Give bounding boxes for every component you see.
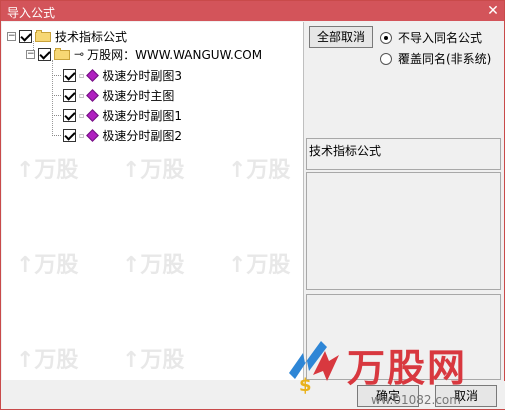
folder-icon — [54, 48, 70, 60]
import-formula-dialog: 导入公式 ✕ ↑万股 ↑万股 ↑万股 ↑万股 ↑万股 ↑万股 ↑万股 ↑万股 −… — [0, 0, 505, 410]
collapse-icon[interactable]: − — [26, 49, 35, 59]
tree-leaf-label: 极速分时主图 — [102, 88, 175, 103]
radio-button[interactable] — [380, 31, 392, 44]
category-box: 技术指标公式 — [306, 138, 501, 170]
title-bar: 导入公式 ✕ — [1, 1, 504, 21]
tree-node-label: 万股网：WWW.WANGUW.COM — [87, 47, 263, 62]
window-title: 导入公式 — [7, 6, 56, 20]
watermark-logo: ↑万股 — [122, 253, 185, 278]
radio-label: 不导入同名公式 — [398, 31, 483, 45]
tree-leaf-label: 极速分时副图1 — [102, 108, 183, 123]
description-box — [306, 172, 501, 290]
category-label: 技术指标公式 — [309, 144, 382, 158]
watermark-logo: ↑万股 — [228, 158, 291, 183]
tree-leaf-item[interactable]: ▫ 极速分时副图2 — [52, 126, 182, 144]
watermark-logo: ↑万股 — [228, 253, 291, 278]
folder-icon — [35, 30, 51, 42]
tree-leaf-item[interactable]: ▫ 极速分时副图1 — [52, 106, 182, 124]
tree-connector — [52, 74, 61, 76]
tree-leaf-label: 极速分时副图2 — [102, 128, 183, 143]
tree-node-label: 技术指标公式 — [55, 29, 128, 44]
formula-gem-icon — [86, 68, 100, 82]
item-type-icon: ▫ — [79, 130, 85, 140]
watermark-logo: ↑万股 — [122, 158, 185, 183]
tree-leaf-label: 极速分时副图3 — [102, 68, 183, 83]
tree-node-group[interactable]: − ⊸ 万股网：WWW.WANGUW.COM — [26, 45, 262, 63]
root-checkbox[interactable] — [19, 29, 32, 43]
options-panel: 全部取消 不导入同名公式 覆盖同名(非系统) 技术指标公式 — [306, 22, 503, 380]
tree-connector — [52, 114, 61, 116]
radio-button[interactable] — [380, 52, 392, 65]
watermark-logo: ↑万股 — [16, 158, 79, 183]
tree-node-root[interactable]: − 技术指标公式 — [7, 27, 127, 45]
watermark-logo: ↑万股 — [122, 348, 185, 373]
formula-gem-icon — [86, 88, 100, 102]
collapse-icon[interactable]: − — [7, 31, 16, 41]
tree-connector — [52, 94, 61, 96]
formula-gem-icon — [86, 128, 100, 142]
item-checkbox[interactable] — [63, 128, 76, 142]
radio-label: 覆盖同名(非系统) — [398, 52, 492, 66]
tree-leaf-item[interactable]: ▫ 极速分时副图3 — [52, 66, 182, 84]
tree-connector — [52, 134, 61, 136]
tree-leaf-item[interactable]: ▫ 极速分时主图 — [52, 86, 174, 104]
item-type-icon: ▫ — [79, 70, 85, 80]
item-type-icon: ▫ — [79, 90, 85, 100]
item-type-icon: ▫ — [79, 110, 85, 120]
item-checkbox[interactable] — [63, 108, 76, 122]
source-box — [306, 294, 501, 380]
formula-tree: ↑万股 ↑万股 ↑万股 ↑万股 ↑万股 ↑万股 ↑万股 ↑万股 − 技术指标公式… — [2, 22, 304, 380]
item-checkbox[interactable] — [63, 68, 76, 82]
close-icon[interactable]: ✕ — [484, 2, 502, 20]
key-icon: ⊸ — [74, 47, 85, 61]
item-checkbox[interactable] — [63, 88, 76, 102]
radio-no-import[interactable]: 不导入同名公式 — [380, 29, 482, 46]
radio-overwrite[interactable]: 覆盖同名(非系统) — [380, 50, 491, 67]
watermark-logo: ↑万股 — [16, 348, 79, 373]
watermark-logo: ↑万股 — [16, 253, 79, 278]
formula-gem-icon — [86, 108, 100, 122]
watermark-site: ww.01082.com — [371, 393, 461, 407]
group-checkbox[interactable] — [38, 47, 51, 61]
cancel-all-button[interactable]: 全部取消 — [309, 26, 373, 48]
